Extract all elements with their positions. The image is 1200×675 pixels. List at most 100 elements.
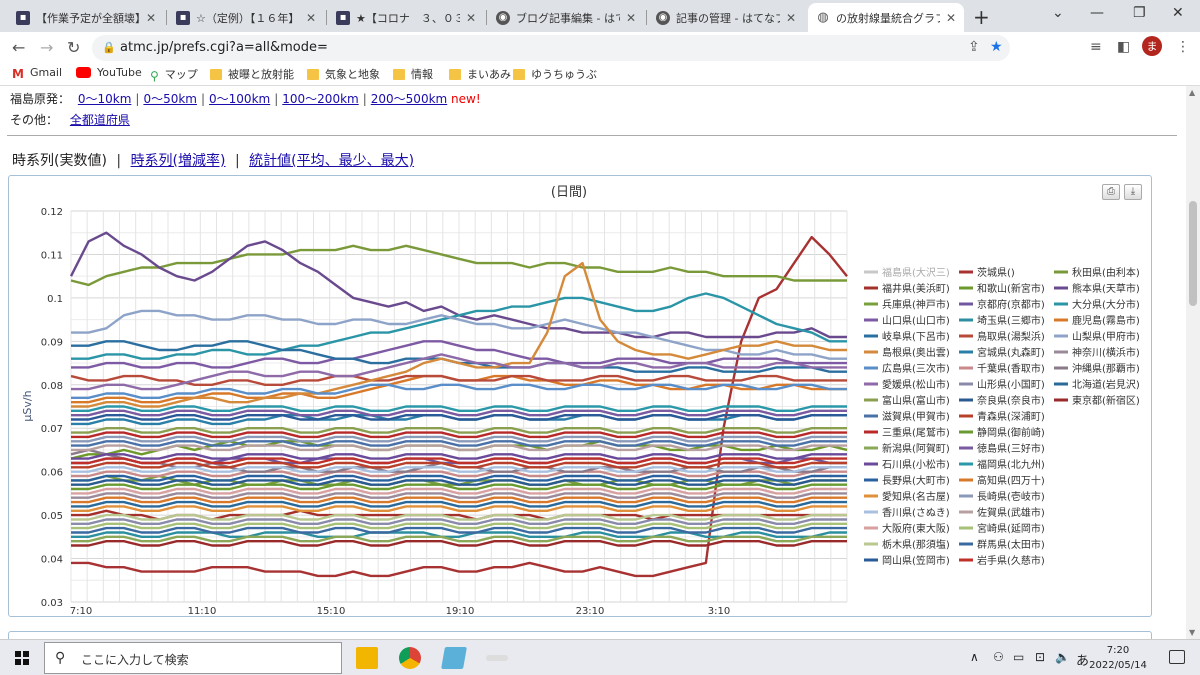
browser-tab-1[interactable]: ▪ ☆（定例）【１６年】 ✕	[168, 3, 324, 32]
bookmark-2[interactable]: ⚲ マップ	[150, 66, 198, 83]
url-text[interactable]: atmc.jp/prefs.cgi?a=all&mode=	[120, 40, 328, 55]
clock[interactable]: 7:20 2022/05/14	[1088, 643, 1148, 673]
tray-expand-icon[interactable]: ∧	[970, 650, 979, 664]
bookmark-6[interactable]: まいあみ	[449, 66, 511, 82]
legend-item: 福岡県(北九州)	[977, 458, 1045, 471]
bookmark-1[interactable]: YouTube	[76, 66, 142, 79]
window-minimize-button[interactable]: —	[1090, 5, 1104, 21]
divider	[7, 135, 1177, 136]
tab-close-icon[interactable]: ✕	[466, 11, 476, 25]
notification-icon[interactable]	[1169, 650, 1185, 664]
bookmark-3[interactable]: 被曝と放射能	[210, 66, 294, 82]
view-link-rate[interactable]: 時系列(増減率)	[131, 153, 226, 169]
x-tick-label: 7:10	[70, 606, 92, 617]
legend-item: 神奈川(横浜市)	[1072, 346, 1140, 359]
window-maximize-button[interactable]: ❐	[1133, 5, 1146, 21]
battery-icon[interactable]: ▭	[1013, 650, 1024, 664]
bookmark-5[interactable]: 情報	[393, 66, 433, 82]
browser-tab-3[interactable]: ◉ ブログ記事編集 - はてな ✕	[488, 3, 644, 32]
x-tick-label: 23:10	[576, 606, 605, 617]
tab-close-icon[interactable]: ✕	[946, 11, 956, 25]
x-tick-label: 11:10	[188, 606, 217, 617]
reading-list-icon[interactable]: ≡	[1090, 39, 1102, 55]
browser-tab-0[interactable]: ▪ 【作業予定が全額壊】 ✕	[8, 3, 164, 32]
legend-item: 宮城県(丸森町)	[977, 346, 1045, 359]
download-icon[interactable]: ⤓	[1124, 184, 1142, 200]
y-tick-label: 0.1	[47, 294, 63, 305]
browser-tab-2[interactable]: ▪ ★【コロナ ３、０３ ✕	[328, 3, 484, 32]
fukushima-link-4[interactable]: 200〜500km	[371, 92, 447, 106]
tab-close-icon[interactable]: ✕	[146, 11, 156, 25]
file-explorer-icon[interactable]	[356, 647, 378, 669]
share-icon[interactable]: ⇪	[968, 39, 980, 55]
all-prefectures-link[interactable]: 全都道府県	[70, 113, 130, 127]
legend-item: 宮崎県(延岡市)	[977, 522, 1045, 535]
pen-app-icon[interactable]	[486, 655, 508, 661]
tray-app-icon[interactable]: ⚇	[993, 650, 1004, 664]
app-icon[interactable]	[441, 647, 467, 669]
lock-icon[interactable]: 🔒	[102, 41, 116, 54]
side-panel-icon[interactable]: ◧	[1117, 39, 1130, 55]
search-placeholder: ここに入力して検索	[81, 653, 189, 667]
menu-kebab-icon[interactable]: ⋮	[1176, 39, 1190, 55]
tab-strip: ▪ 【作業予定が全額壊】 ✕ ▪ ☆（定例）【１６年】 ✕ ▪ ★【コロナ ３、０３ ✕ ◉ ブログ…	[0, 0, 1200, 32]
fukushima-link-1[interactable]: 0〜50km	[143, 92, 197, 106]
taskbar-search[interactable]: ⚲ ここに入力して検索	[44, 642, 342, 674]
fukushima-link-3[interactable]: 100〜200km	[282, 92, 358, 106]
legend-item: 岡山県(笠岡市)	[882, 554, 950, 567]
legend-item: 静岡県(御前崎)	[977, 426, 1045, 439]
globe-icon: ◍	[817, 10, 829, 25]
legend-item: 鹿児島(霧島市)	[1072, 314, 1140, 327]
scrollbar-thumb[interactable]	[1189, 201, 1197, 306]
legend-item: 北海道(岩見沢)	[1072, 378, 1140, 391]
new-tab-button[interactable]: +	[973, 5, 990, 29]
browser-tab-4[interactable]: ◉ 記事の管理 - はてなブロ ✕	[648, 3, 804, 32]
folder-icon	[449, 68, 461, 80]
print-icon[interactable]: ⎙	[1102, 184, 1120, 200]
legend-item: 佐賀県(武雄市)	[977, 506, 1045, 519]
legend-item: 富山県(富山市)	[882, 394, 950, 407]
page-scrollbar[interactable]: ▲ ▼	[1186, 86, 1200, 639]
legend-item: 埼玉県(三郷市)	[977, 314, 1045, 327]
tab-close-icon[interactable]: ✕	[626, 11, 636, 25]
youtube-icon	[76, 67, 91, 78]
view-link-stats[interactable]: 統計値(平均、最少、最大)	[249, 153, 414, 169]
browser-toolbar: ← → ↻ 🔒 atmc.jp/prefs.cgi?a=all&mode= ⇪ …	[0, 32, 1200, 62]
volume-icon[interactable]: 🔈	[1055, 650, 1070, 664]
forward-icon[interactable]: →	[40, 38, 53, 57]
fukushima-link-2[interactable]: 0〜100km	[209, 92, 270, 106]
bookmark-7[interactable]: ゆうちゅうぶ	[513, 66, 597, 82]
minimize-icon[interactable]: ⌄	[1052, 5, 1064, 21]
legend-item: 新潟県(阿賀町)	[882, 442, 950, 455]
back-icon[interactable]: ←	[12, 38, 25, 57]
tab-close-icon[interactable]: ✕	[306, 11, 316, 25]
legend-item: 香川県(さぬき)	[882, 507, 950, 519]
view-switcher: 時系列(実数値) | 時系列(増減率) | 統計値(平均、最少、最大)	[12, 153, 415, 169]
fukushima-link-0[interactable]: 0〜10km	[78, 92, 132, 106]
tab-title: ☆（定例）【１６年】	[196, 11, 300, 25]
address-bar[interactable]: 🔒 atmc.jp/prefs.cgi?a=all&mode= ⇪ ★	[92, 35, 1010, 61]
bookmark-label: 気象と地象	[325, 68, 380, 81]
legend-item: 和歌山(新宮市)	[977, 282, 1045, 295]
other-nav: その他： 全都道府県	[10, 111, 130, 128]
reload-icon[interactable]: ↻	[67, 38, 80, 57]
legend-item: 山口県(山口市)	[882, 314, 950, 327]
tab-close-icon[interactable]: ✕	[786, 11, 796, 25]
network-icon[interactable]: ⊡	[1035, 650, 1045, 664]
profile-avatar[interactable]: ま	[1142, 36, 1162, 56]
legend-item: 福島県(大沢三)	[882, 266, 950, 279]
windows-start-icon[interactable]	[15, 651, 29, 665]
bookmark-0[interactable]: M Gmail	[12, 66, 62, 81]
y-tick-label: 0.08	[41, 381, 63, 392]
window-close-button[interactable]: ✕	[1172, 5, 1184, 21]
bookmark-star-icon[interactable]: ★	[990, 39, 1003, 55]
chrome-icon[interactable]	[399, 647, 421, 669]
bookmark-4[interactable]: 気象と地象	[307, 66, 380, 82]
y-tick-label: 0.03	[41, 598, 63, 609]
browser-tab-5[interactable]: ◍ の放射線量統合グラフ ✕	[808, 3, 964, 32]
square-app-icon: ▪	[336, 10, 350, 25]
clock-time: 7:20	[1106, 645, 1130, 656]
maps-icon: ⚲	[150, 68, 159, 83]
y-tick-label: 0.06	[41, 468, 63, 479]
y-tick-label: 0.12	[41, 207, 63, 218]
